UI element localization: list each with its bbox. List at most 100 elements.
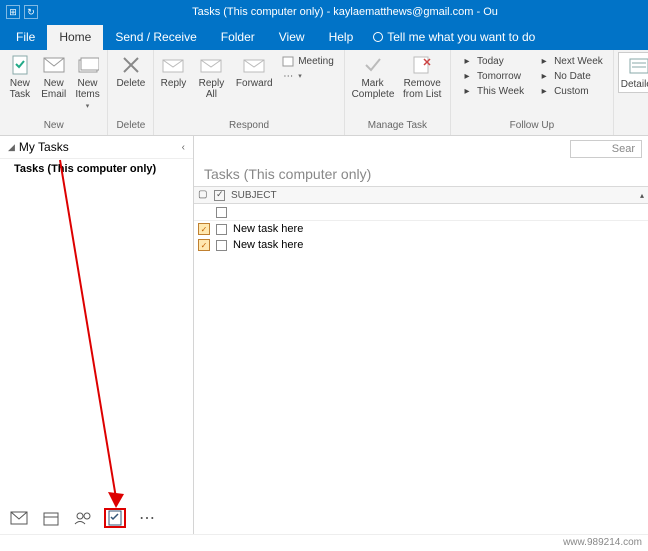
today-button[interactable]: ▸Today [459,54,526,68]
group-manage-task: Mark Complete Remove from List Manage Ta… [345,50,451,135]
lightbulb-icon [373,32,383,42]
reply-all-button[interactable]: Reply All [191,52,233,102]
meeting-button[interactable]: Meeting [280,54,336,68]
delete-button[interactable]: Delete [112,52,149,91]
envelope-icon [43,54,65,76]
group-view-label: Current V [618,120,648,133]
my-tasks-label: My Tasks [19,140,69,154]
this-week-button[interactable]: ▸This Week [459,84,526,98]
new-items-button[interactable]: New Items ▾ [72,52,104,112]
quick-access-toolbar: ⊞ ↻ [6,5,38,19]
task-row[interactable]: ✓ New task here [194,237,648,253]
respond-more-button[interactable]: ⋯ ▾ [280,69,336,83]
delete-x-icon [120,54,142,76]
sort-ascending-icon: ▴ [640,191,644,200]
calendar-icon [282,55,294,67]
new-task-row[interactable] [194,204,648,221]
tab-send-receive[interactable]: Send / Receive [103,25,208,50]
task-title: New task here [233,223,303,235]
reply-icon [162,54,184,76]
new-task-input[interactable] [233,206,644,218]
reply-all-label: Reply All [195,78,229,100]
forward-label: Forward [236,78,273,89]
task-checkbox[interactable] [216,240,227,251]
tell-me-label: Tell me what you want to do [387,30,535,44]
annotation-arrow [54,156,144,516]
delete-label: Delete [116,78,145,89]
group-respond: Reply Reply All Forward Meeting ⋯ ▾ [154,50,344,135]
tab-file[interactable]: File [4,25,47,50]
tab-help[interactable]: Help [317,25,366,50]
detailed-view-button[interactable]: Detailed [618,52,648,93]
custom-button[interactable]: ▸Custom [536,84,605,98]
tab-folder[interactable]: Folder [209,25,267,50]
flag-icon: ▸ [461,55,473,67]
my-tasks-header[interactable]: ◢ My Tasks ‹ [0,136,193,159]
new-task-checkbox[interactable] [216,207,227,218]
remove-list-icon [411,54,433,76]
list-title: Tasks (This computer only) [194,160,648,186]
flag-icon: ▸ [461,85,473,97]
mail-nav-icon[interactable] [10,510,28,526]
tomorrow-button[interactable]: ▸Tomorrow [459,69,526,83]
new-task-button[interactable]: New Task [4,52,36,102]
subject-column-header[interactable]: SUBJECT [231,190,634,201]
icon-column-header[interactable]: ▢ [198,189,208,201]
pane-collapse-icon[interactable]: ‹ [182,142,185,153]
more-icon: ⋯ [282,70,294,82]
qat-icon-2[interactable]: ↻ [24,5,38,19]
new-email-label: New Email [41,78,66,100]
group-manage-label: Manage Task [349,120,446,133]
main-area: ◢ My Tasks ‹ Tasks (This computer only) … [0,136,648,534]
clipboard-check-icon [9,54,31,76]
tell-me-search[interactable]: Tell me what you want to do [365,30,543,50]
task-item-icon: ✓ [198,223,210,235]
calendar-nav-icon[interactable] [42,510,60,526]
group-respond-label: Respond [158,120,339,133]
reply-all-icon [200,54,222,76]
search-input[interactable]: Sear [570,140,642,158]
remove-from-list-button[interactable]: Remove from List [398,52,446,102]
task-checkbox[interactable] [216,224,227,235]
task-row[interactable]: ✓ New task here [194,221,648,237]
check-icon [362,54,384,76]
people-nav-icon[interactable] [74,510,92,526]
chevron-down-icon: ▾ [86,102,90,110]
window-title: Tasks (This computer only) - kaylaematth… [48,6,642,18]
new-email-button[interactable]: New Email [38,52,70,102]
tasks-nav-icon[interactable] [106,510,124,526]
sidebar-item-tasks-local[interactable]: Tasks (This computer only) [0,159,193,179]
reply-label: Reply [161,78,187,89]
flag-icon: ▸ [538,85,550,97]
tab-view[interactable]: View [267,25,317,50]
remove-from-list-label: Remove from List [402,78,442,100]
next-week-button[interactable]: ▸Next Week [536,54,605,68]
new-items-label: New Items [75,78,99,100]
group-delete: Delete Delete [108,50,154,135]
detailed-view-label: Detailed [621,79,648,90]
group-followup-label: Follow Up [455,120,609,133]
flag-icon: ▸ [538,55,550,67]
more-nav-icon[interactable]: ⋯ [138,510,156,526]
flag-icon: ▸ [461,70,473,82]
no-date-button[interactable]: ▸No Date [536,69,605,83]
ribbon-tabs: File Home Send / Receive Folder View Hel… [0,24,648,50]
complete-column-header[interactable]: ✓ [214,190,225,201]
task-item-icon: ✓ [198,239,210,251]
mark-complete-button[interactable]: Mark Complete [349,52,397,102]
forward-icon [243,54,265,76]
detailed-view-icon [628,55,648,77]
group-new-label: New [4,120,103,133]
navigation-bar: ⋯ [0,502,193,534]
forward-button[interactable]: Forward [234,52,274,91]
reply-button[interactable]: Reply [158,52,188,91]
task-title: New task here [233,239,303,251]
column-header-row[interactable]: ▢ ✓ SUBJECT ▴ [194,186,648,204]
tab-home[interactable]: Home [47,25,103,50]
ribbon: New Task New Email New Items ▾ New [0,50,648,136]
mark-complete-label: Mark Complete [352,78,394,100]
qat-icon-1[interactable]: ⊞ [6,5,20,19]
new-task-label: New Task [8,78,32,100]
meeting-label: Meeting [298,56,334,67]
chevron-down-icon: ▾ [298,72,302,80]
